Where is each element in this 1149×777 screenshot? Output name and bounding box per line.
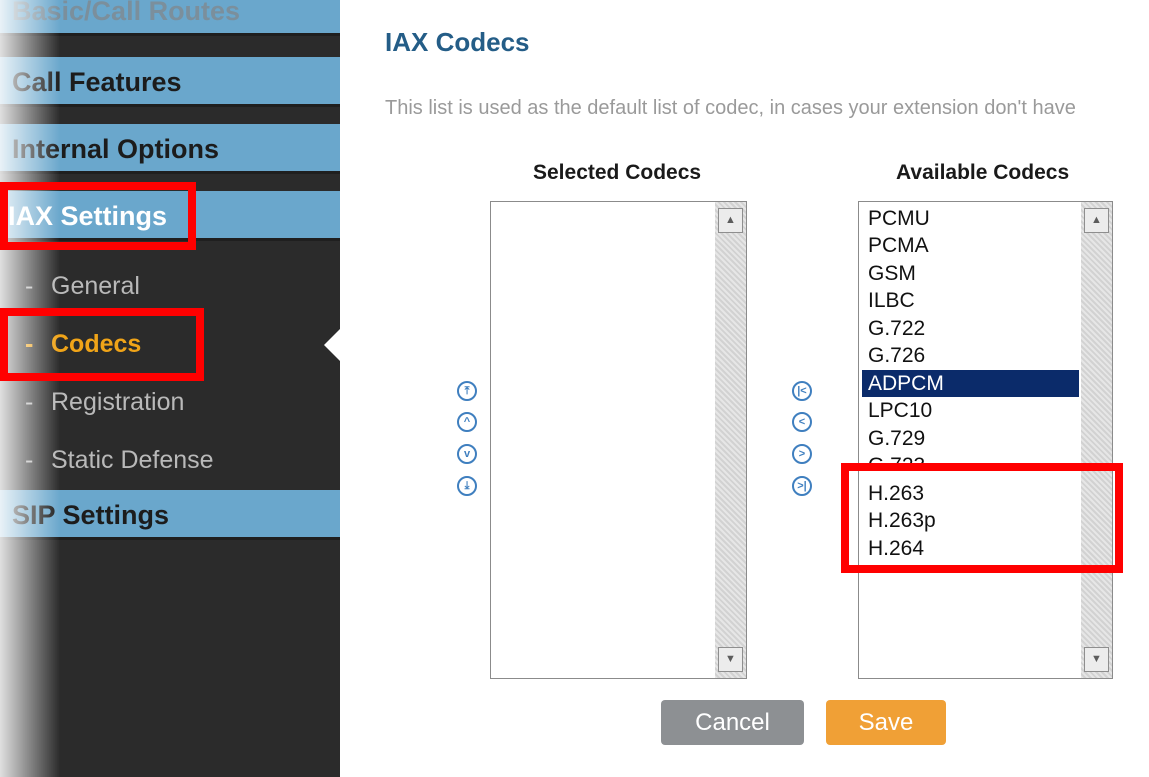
sidebar-item-label: General <box>51 272 140 300</box>
highlight-box-video-codecs <box>841 463 1123 573</box>
sidebar-item-dash: - <box>25 446 34 474</box>
codec-option[interactable]: G.722 <box>862 315 1079 342</box>
available-codecs-list[interactable]: PCMU PCMA GSM ILBC G.722 G.726 ADPCM LPC… <box>858 201 1113 679</box>
codec-option[interactable]: ILBC <box>862 287 1079 314</box>
codec-option[interactable]: GSM <box>862 260 1079 287</box>
sidebar-item-registration[interactable]: - Registration <box>0 377 340 427</box>
codec-option[interactable]: LPC10 <box>862 397 1079 424</box>
move-top-icon[interactable]: ⤒ <box>457 381 477 401</box>
codec-option[interactable]: G.729 <box>862 425 1079 452</box>
codec-option[interactable]: PCMA <box>862 232 1079 259</box>
move-down-icon[interactable]: v <box>457 444 477 464</box>
remove-one-icon[interactable]: > <box>792 444 812 464</box>
sidebar-item-general[interactable]: - General <box>0 261 340 311</box>
codec-options-visible-area: PCMU PCMA GSM ILBC G.722 G.726 ADPCM LPC… <box>859 202 1082 464</box>
move-bottom-icon[interactable]: ⤓ <box>457 476 477 496</box>
active-item-pointer <box>324 329 340 361</box>
sidebar-item-dash: - <box>25 388 34 416</box>
sidebar-section-sip-settings[interactable]: SIP Settings <box>0 490 340 540</box>
cancel-button[interactable]: Cancel <box>661 700 804 745</box>
scroll-up-icon[interactable]: ▲ <box>718 208 743 233</box>
move-up-icon[interactable]: ^ <box>457 412 477 432</box>
add-all-icon[interactable]: |< <box>792 381 812 401</box>
scroll-down-icon[interactable]: ▼ <box>718 647 743 672</box>
codec-option-selected[interactable]: ADPCM <box>862 370 1079 397</box>
codec-option[interactable]: PCMU <box>862 205 1079 232</box>
sidebar: Basic/Call Routes Call Features Internal… <box>0 0 340 777</box>
highlight-box-iax-settings <box>0 182 196 250</box>
codec-option[interactable]: G.726 <box>862 342 1079 369</box>
save-button[interactable]: Save <box>826 700 946 745</box>
sidebar-section-internal-options[interactable]: Internal Options <box>0 124 340 174</box>
scroll-up-icon[interactable]: ▲ <box>1084 208 1109 233</box>
add-one-icon[interactable]: < <box>792 412 812 432</box>
sidebar-section-call-features[interactable]: Call Features <box>0 57 340 107</box>
sidebar-item-label: Static Defense <box>51 446 214 474</box>
highlight-box-codecs <box>0 308 204 381</box>
scrollbar[interactable]: ▲ ▼ <box>715 202 746 678</box>
page-description: This list is used as the default list of… <box>385 97 1076 119</box>
available-codecs-label: Available Codecs <box>896 161 1070 184</box>
page-title: IAX Codecs <box>385 27 530 57</box>
selected-codecs-label: Selected Codecs <box>533 161 702 184</box>
sidebar-item-dash: - <box>25 272 34 300</box>
sidebar-item-static-defense[interactable]: - Static Defense <box>0 435 340 485</box>
selected-codecs-list[interactable]: ▲ ▼ <box>490 201 747 679</box>
sidebar-section-basic-call-routes[interactable]: Basic/Call Routes <box>0 0 340 36</box>
scroll-down-icon[interactable]: ▼ <box>1084 647 1109 672</box>
remove-all-icon[interactable]: >| <box>792 476 812 496</box>
sidebar-item-label: Registration <box>51 388 185 416</box>
scrollbar[interactable]: ▲ ▼ <box>1081 202 1112 678</box>
